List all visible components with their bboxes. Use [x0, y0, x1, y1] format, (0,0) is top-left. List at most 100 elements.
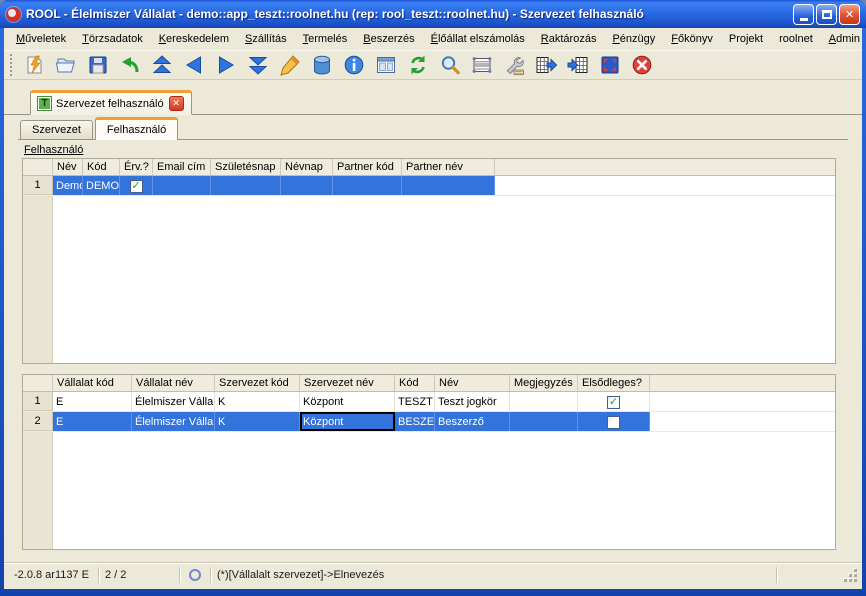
- grid-cell[interactable]: [510, 412, 578, 431]
- info-icon[interactable]: [341, 52, 367, 79]
- row-number-cell[interactable]: 1: [23, 392, 53, 411]
- grid-cell[interactable]: Központ: [300, 412, 395, 431]
- grid-cell[interactable]: [153, 176, 211, 195]
- menu-item-szallitas[interactable]: Szállítás: [237, 29, 295, 49]
- toolbar-grip-handle[interactable]: [10, 54, 15, 76]
- grid-cell[interactable]: DEMO: [83, 176, 120, 195]
- column-header-megjegyzes[interactable]: Megjegyzés: [510, 375, 578, 391]
- column-header-vallalat-kod[interactable]: Vállalat kód: [53, 375, 132, 391]
- form-window-icon[interactable]: [373, 52, 399, 79]
- column-header-nev[interactable]: Név: [53, 159, 83, 175]
- execute-icon[interactable]: [21, 52, 47, 79]
- undo-icon[interactable]: [117, 52, 143, 79]
- section-label[interactable]: Felhasználó: [24, 144, 83, 156]
- column-header-erv[interactable]: Érv.?: [120, 159, 153, 175]
- column-header-partner-kod[interactable]: Partner kód: [333, 159, 402, 175]
- row-number-cell[interactable]: 2: [23, 412, 53, 431]
- stop-icon[interactable]: [629, 52, 655, 79]
- grid-row-2[interactable]: 2EÉlelmiszer VállalatKKözpontBESZERBesze…: [23, 412, 835, 432]
- checkbox-unchecked-icon[interactable]: [607, 416, 620, 429]
- grid-cell[interactable]: [510, 392, 578, 411]
- status-record-count: 2 / 2: [99, 569, 179, 581]
- grid-header-row: NévKódÉrv.?Email címSzületésnapNévnapPar…: [23, 159, 835, 176]
- menu-item-fokonyv[interactable]: Főkönyv: [663, 29, 721, 49]
- title-bar[interactable]: ROOL - Élelmiszer Vállalat - demo::app_t…: [0, 0, 866, 28]
- minimize-button[interactable]: [793, 4, 814, 25]
- tab-szervezet-felhasznalo[interactable]: T Szervezet felhasználó ✕: [30, 90, 192, 115]
- column-header-szuletesnap[interactable]: Születésnap: [211, 159, 281, 175]
- row-filler: [650, 412, 835, 431]
- subtab-felhasznalo[interactable]: Felhasználó: [95, 117, 178, 140]
- grid-cell[interactable]: BESZER: [395, 412, 435, 431]
- edit-icon[interactable]: [277, 52, 303, 79]
- checkbox-checked-icon[interactable]: ✓: [607, 396, 620, 409]
- menu-item-projekt[interactable]: Projekt: [721, 29, 771, 49]
- grid-row-1[interactable]: 1EÉlelmiszer VállalatKKözpontTESZTTeszt …: [23, 392, 835, 412]
- column-header-szervezet-nev[interactable]: Szervezet név: [300, 375, 395, 391]
- checkbox-checked-icon[interactable]: ✓: [130, 180, 143, 193]
- maximize-button[interactable]: [816, 4, 837, 25]
- last-record-icon[interactable]: [245, 52, 271, 79]
- cell-checkbox[interactable]: ✓: [578, 392, 650, 411]
- grid-cell[interactable]: Demo: [53, 176, 83, 195]
- grid-cell[interactable]: E: [53, 412, 132, 431]
- column-header-partner-nev[interactable]: Partner név: [402, 159, 495, 175]
- menu-item-muveletek[interactable]: Műveletek: [8, 29, 74, 49]
- column-header-elsodleges[interactable]: Elsődleges?: [578, 375, 650, 391]
- first-record-icon[interactable]: [149, 52, 175, 79]
- import-grid-icon[interactable]: [565, 52, 591, 79]
- column-header-kod[interactable]: Kód: [83, 159, 120, 175]
- menu-item-raktarozas[interactable]: Raktározás: [533, 29, 605, 49]
- column-header-email-cim[interactable]: Email cím: [153, 159, 211, 175]
- column-header-nev[interactable]: Név: [435, 375, 510, 391]
- open-icon[interactable]: [53, 52, 79, 79]
- grid-cell[interactable]: K: [215, 392, 300, 411]
- connection-status-icon: [189, 569, 201, 581]
- grid-cell[interactable]: [333, 176, 402, 195]
- column-header-kod[interactable]: Kód: [395, 375, 435, 391]
- column-header-szervezet-kod[interactable]: Szervezet kód: [215, 375, 300, 391]
- grid-cell[interactable]: [281, 176, 333, 195]
- grid-cell[interactable]: K: [215, 412, 300, 431]
- save-icon[interactable]: [85, 52, 111, 79]
- refresh-icon[interactable]: [405, 52, 431, 79]
- cell-checkbox[interactable]: [578, 412, 650, 431]
- menu-item-torzsadatok[interactable]: Törzsadatok: [74, 29, 151, 49]
- tab-close-icon[interactable]: ✕: [169, 96, 184, 111]
- menu-item-termeles[interactable]: Termelés: [295, 29, 356, 49]
- close-button[interactable]: ✕: [839, 4, 860, 25]
- database-icon[interactable]: [309, 52, 335, 79]
- grid-settings-icon[interactable]: [469, 52, 495, 79]
- menu-bar: MűveletekTörzsadatokKereskedelemSzállítá…: [4, 28, 862, 50]
- grid-row-1[interactable]: 1DemoDEMO ✓: [23, 176, 835, 196]
- grid-cell[interactable]: E: [53, 392, 132, 411]
- menu-item-roolnet[interactable]: roolnet: [771, 29, 821, 49]
- menu-item-penzugy[interactable]: Pénzügy: [604, 29, 663, 49]
- grid-cell[interactable]: Teszt jogkör: [435, 392, 510, 411]
- row-number-cell[interactable]: 1: [23, 176, 53, 195]
- previous-record-icon[interactable]: [181, 52, 207, 79]
- search-icon[interactable]: [437, 52, 463, 79]
- grid-cell[interactable]: TESZT: [395, 392, 435, 411]
- resize-grip[interactable]: [843, 568, 857, 582]
- menu-item-eloallat-elszamolas[interactable]: Élőállat elszámolás: [423, 29, 533, 49]
- export-grid-icon[interactable]: [533, 52, 559, 79]
- grid-cell[interactable]: Központ: [300, 392, 395, 411]
- grid-header-row: Vállalat kódVállalat névSzervezet kódSze…: [23, 375, 835, 392]
- grid-cell[interactable]: [211, 176, 281, 195]
- grid-cell[interactable]: Beszerző: [435, 412, 510, 431]
- grid-cell[interactable]: Élelmiszer Vállalat: [132, 412, 215, 431]
- column-header-vallalat-nev[interactable]: Vállalat név: [132, 375, 215, 391]
- next-record-icon[interactable]: [213, 52, 239, 79]
- grid-cell[interactable]: Élelmiszer Vállalat: [132, 392, 215, 411]
- menu-item-beszerzes[interactable]: Beszerzés: [355, 29, 422, 49]
- status-message: (*)[Vállalalt szervezet]->Elnevezés: [211, 569, 776, 581]
- fit-window-icon[interactable]: [597, 52, 623, 79]
- tools-icon[interactable]: [501, 52, 527, 79]
- column-header-nevnap[interactable]: Névnap: [281, 159, 333, 175]
- menu-item-kereskedelem[interactable]: Kereskedelem: [151, 29, 237, 49]
- cell-checkbox[interactable]: ✓: [120, 176, 153, 195]
- menu-item-admin[interactable]: Admin: [821, 29, 862, 49]
- subtab-szervezet[interactable]: Szervezet: [20, 120, 93, 139]
- grid-cell[interactable]: [402, 176, 495, 195]
